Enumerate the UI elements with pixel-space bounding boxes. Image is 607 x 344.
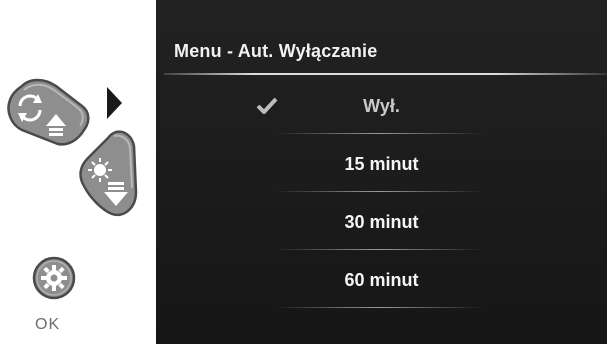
option-30-min[interactable]: 30 minut	[156, 192, 607, 250]
menu-title: Menu - Aut. Wyłączanie	[174, 41, 378, 61]
gear-icon	[32, 256, 76, 300]
brightness-down-icon	[79, 130, 138, 217]
option-label: 15 minut	[344, 154, 419, 174]
title-divider	[164, 73, 607, 75]
brightness-down-button[interactable]	[76, 128, 140, 220]
option-label: 30 minut	[344, 212, 419, 232]
play-arrow-icon	[107, 87, 122, 119]
option-60-min[interactable]: 60 minut	[156, 250, 607, 308]
option-label: Wył.	[363, 96, 400, 116]
control-panel: OK	[0, 0, 156, 344]
menu-screen: Menu - Aut. Wyłączanie Wył. 15 minut 30 …	[156, 0, 607, 344]
option-off[interactable]: Wył.	[156, 76, 607, 134]
option-divider	[274, 307, 484, 308]
option-label: 60 minut	[344, 270, 419, 290]
option-15-min[interactable]: 15 minut	[156, 134, 607, 192]
settings-ok-button[interactable]	[32, 256, 76, 300]
ok-label: OK	[35, 316, 61, 333]
